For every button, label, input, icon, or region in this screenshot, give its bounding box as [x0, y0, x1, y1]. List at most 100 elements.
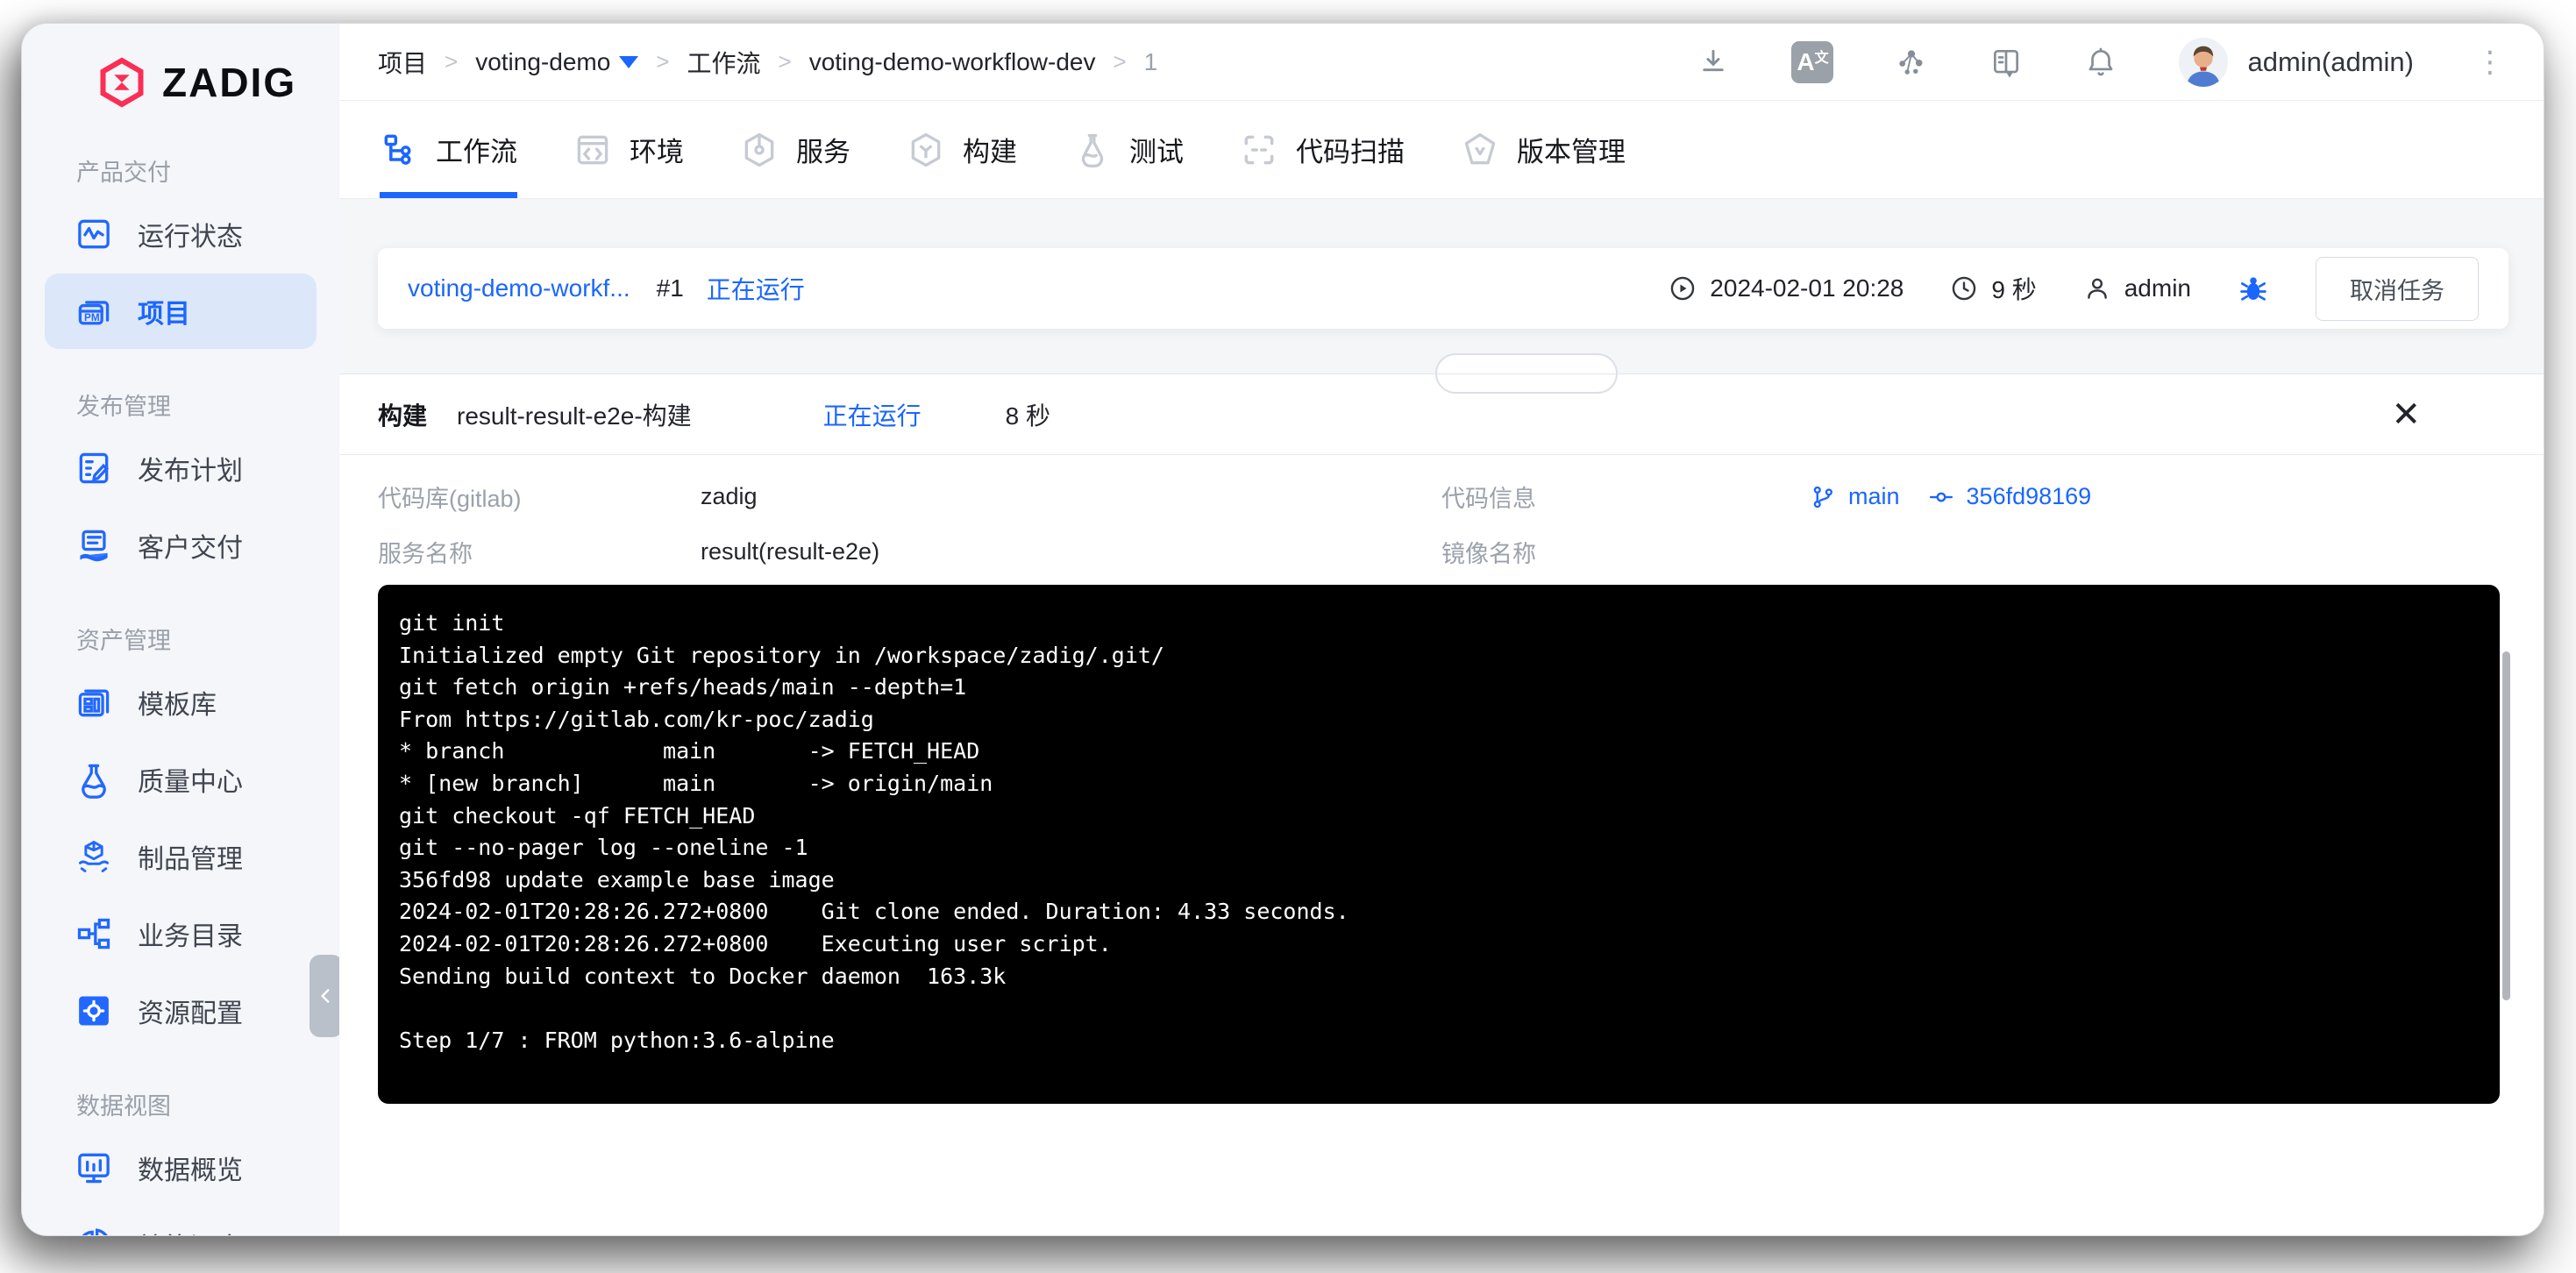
code-info-value: main 356fd98169	[1810, 483, 2091, 510]
workflow-icon	[384, 134, 411, 165]
run-meta-group: 2024-02-01 20:28 9 秒 admin 取消任务	[1668, 256, 2479, 321]
topbar: 项目 > voting-demo > 工作流 > voting-demo-wor…	[339, 24, 2544, 101]
breadcrumb-project-name: voting-demo	[475, 47, 611, 75]
sidebar-item-release-plan[interactable]: 发布计划	[45, 430, 317, 506]
sidebar-item-running-status[interactable]: 运行状态	[45, 196, 317, 272]
branch-name-link[interactable]: main	[1848, 483, 1900, 510]
sidebar-item-business-catalog[interactable]: 业务目录	[45, 896, 317, 971]
docs-icon[interactable]	[1989, 46, 2023, 79]
code-scan-icon	[1244, 135, 1274, 164]
sidebar-item-customer-delivery[interactable]: 客户交付	[45, 508, 317, 583]
topbar-actions: A文 admin(admin) ⋮	[1635, 37, 2505, 87]
occluded-workflow-node	[1435, 353, 1618, 394]
breadcrumb-workflow-name[interactable]: voting-demo-workflow-dev	[809, 48, 1096, 76]
sidebar-item-label: 运行状态	[138, 223, 243, 252]
breadcrumb-separator: >	[445, 48, 459, 75]
tab-environments[interactable]: 环境	[573, 101, 684, 198]
sidebar-item-data-overview[interactable]: 数据概览	[45, 1130, 317, 1205]
sidebar-item-label: 质量中心	[138, 768, 243, 797]
template-library-icon	[78, 689, 110, 717]
run-start-time: 2024-02-01 20:28	[1668, 274, 1904, 303]
tab-workflows[interactable]: 工作流	[380, 101, 517, 198]
language-letter: A	[1797, 47, 1815, 75]
cancel-task-button[interactable]: 取消任务	[2316, 256, 2479, 321]
run-status-badge: 正在运行	[706, 276, 805, 303]
breadcrumb-projects[interactable]: 项目	[378, 45, 427, 80]
breadcrumb: 项目 > voting-demo > 工作流 > voting-demo-wor…	[378, 45, 1157, 80]
release-plan-icon	[79, 452, 110, 484]
breadcrumb-project-select[interactable]: voting-demo	[475, 47, 639, 76]
tab-version-mgmt[interactable]: 版本管理	[1461, 101, 1626, 198]
run-workflow-name-link[interactable]: voting-demo-workf...	[408, 274, 630, 302]
sidebar-item-label: 效能洞察	[138, 1226, 243, 1235]
integrations-icon[interactable]	[1895, 46, 1928, 79]
brand-name: ZADIG	[162, 60, 297, 105]
run-duration-value: 9 秒	[1991, 276, 2037, 303]
panel-scrollbar[interactable]	[2502, 651, 2510, 1000]
sidebar-item-projects[interactable]: PM 项目	[45, 274, 317, 349]
svg-text:PM: PM	[84, 312, 100, 324]
service-icon	[744, 132, 774, 167]
tab-label: 测试	[1129, 137, 1184, 167]
tab-services[interactable]: 服务	[740, 101, 850, 198]
pie-chart-icon	[82, 1228, 108, 1235]
sidebar-item-artifact-mgmt[interactable]: 制品管理	[45, 819, 317, 894]
sidebar-item-resource-config[interactable]: 资源配置	[45, 973, 317, 1049]
sidebar-item-label: 资源配置	[138, 999, 243, 1028]
sidebar-section-data-views: 数据视图	[76, 1093, 171, 1120]
tab-tests[interactable]: 测试	[1073, 101, 1184, 198]
brand-logo[interactable]: ZADIG	[22, 50, 339, 115]
close-icon[interactable]: ✕	[2391, 397, 2421, 432]
play-circle-icon	[1671, 276, 1695, 301]
tab-builds[interactable]: 构建	[907, 101, 1017, 198]
sidebar-item-efficiency-insight[interactable]: 效能洞察	[45, 1207, 317, 1235]
language-icon[interactable]: A文	[1791, 40, 1834, 83]
job-type-label: 构建	[378, 402, 428, 430]
environment-icon	[577, 135, 608, 164]
job-duration: 8 秒	[1005, 402, 1051, 430]
sidebar-item-label: 发布计划	[138, 457, 243, 486]
sidebar-item-template-library[interactable]: 模板库	[45, 665, 317, 740]
clock-icon	[1953, 276, 1976, 301]
field-service-name: 服务名称 result(result-e2e)	[378, 535, 1441, 569]
more-menu-icon[interactable]: ⋮	[2475, 47, 2505, 77]
data-overview-icon	[78, 1153, 110, 1184]
resource-config-icon	[79, 996, 109, 1026]
sidebar-item-label: 项目	[138, 300, 190, 329]
download-icon[interactable]	[1697, 46, 1730, 79]
breadcrumb-workflows[interactable]: 工作流	[687, 45, 760, 80]
sidebar: ZADIG 产品交付 运行状态 PM 项目 发布管理 发布计划 客户交付 资产管…	[22, 24, 339, 1235]
debug-toggle[interactable]	[2237, 272, 2270, 305]
field-code-info: 代码信息 main 356fd98169	[1441, 480, 2505, 514]
project-tabbar: 工作流 环境 服务 构建 测试 代码扫描 版本管理	[339, 101, 2544, 199]
run-operator: admin	[2082, 274, 2191, 303]
tab-label: 环境	[630, 137, 684, 167]
field-label: 服务名称	[378, 541, 473, 567]
language-sup: 文	[1814, 50, 1829, 66]
chevron-left-icon	[320, 989, 330, 1003]
user-menu[interactable]: admin(admin)	[2179, 37, 2414, 87]
notifications-bell-icon[interactable]	[2084, 46, 2117, 79]
breadcrumb-separator: >	[1113, 48, 1127, 75]
sidebar-collapse-handle[interactable]	[310, 955, 339, 1037]
zadig-logo-icon	[100, 57, 144, 108]
projects-icon: PM	[78, 301, 110, 325]
run-operator-value: admin	[2124, 274, 2191, 302]
sidebar-item-label: 数据概览	[138, 1156, 243, 1185]
user-name: admin(admin)	[2247, 46, 2414, 77]
field-repository: 代码库(gitlab) zadig	[378, 480, 1441, 514]
commit-hash-link[interactable]: 356fd98169	[1967, 483, 2092, 510]
tab-label: 版本管理	[1517, 137, 1626, 167]
sidebar-item-quality-center[interactable]: 质量中心	[45, 742, 317, 817]
tab-code-scan[interactable]: 代码扫描	[1240, 101, 1405, 198]
field-label: 代码库(gitlab)	[378, 486, 522, 512]
git-branch-icon	[1813, 486, 1832, 508]
bug-icon	[2240, 277, 2266, 301]
field-value: zadig	[701, 483, 758, 509]
job-name: result-result-e2e-构建	[457, 402, 692, 430]
git-commit-icon	[1929, 492, 1953, 501]
sidebar-item-label: 客户交付	[138, 534, 243, 563]
test-flask-icon	[1081, 133, 1104, 167]
app-window: ZADIG 产品交付 运行状态 PM 项目 发布管理 发布计划 客户交付 资产管…	[21, 23, 2544, 1236]
build-log-terminal[interactable]: git init Initialized empty Git repositor…	[378, 585, 2500, 1104]
